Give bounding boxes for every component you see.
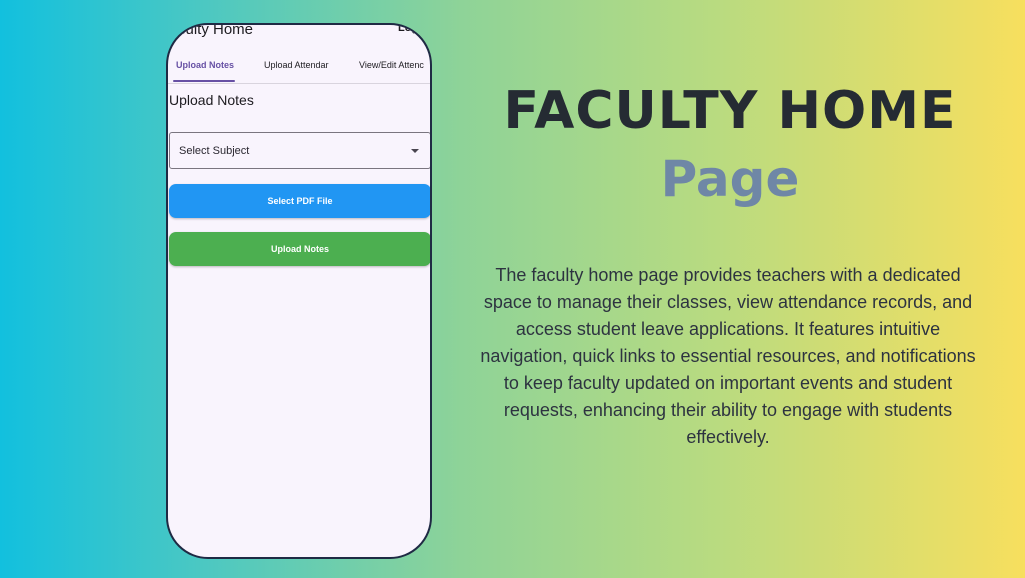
select-pdf-button[interactable]: Select PDF File [169, 184, 430, 218]
dropdown-arrow-icon [411, 149, 419, 153]
slide-headline: FACULTY HOME [503, 81, 957, 141]
tab-upload-notes[interactable]: Upload Notes [176, 60, 234, 70]
tab-view-edit-attendance[interactable]: View/Edit Attenc [359, 60, 424, 70]
subject-select[interactable]: Select Subject [169, 132, 430, 169]
subject-select-label: Select Subject [179, 145, 250, 157]
slide-subheadline: Page [660, 150, 800, 208]
phone-mockup: culty Home Log Upload Notes Upload Atten… [166, 23, 432, 559]
app-bar: culty Home Log [168, 25, 430, 47]
active-tab-indicator [173, 80, 235, 82]
logout-button[interactable]: Log [398, 25, 418, 34]
slide-description: The faculty home page provides teachers … [480, 265, 976, 447]
upload-notes-button[interactable]: Upload Notes [169, 232, 430, 266]
tab-bar: Upload Notes Upload Attendar View/Edit A… [168, 55, 430, 84]
app-title: culty Home [178, 23, 254, 38]
tab-upload-attendance[interactable]: Upload Attendar [264, 60, 329, 70]
section-title: Upload Notes [169, 92, 254, 108]
